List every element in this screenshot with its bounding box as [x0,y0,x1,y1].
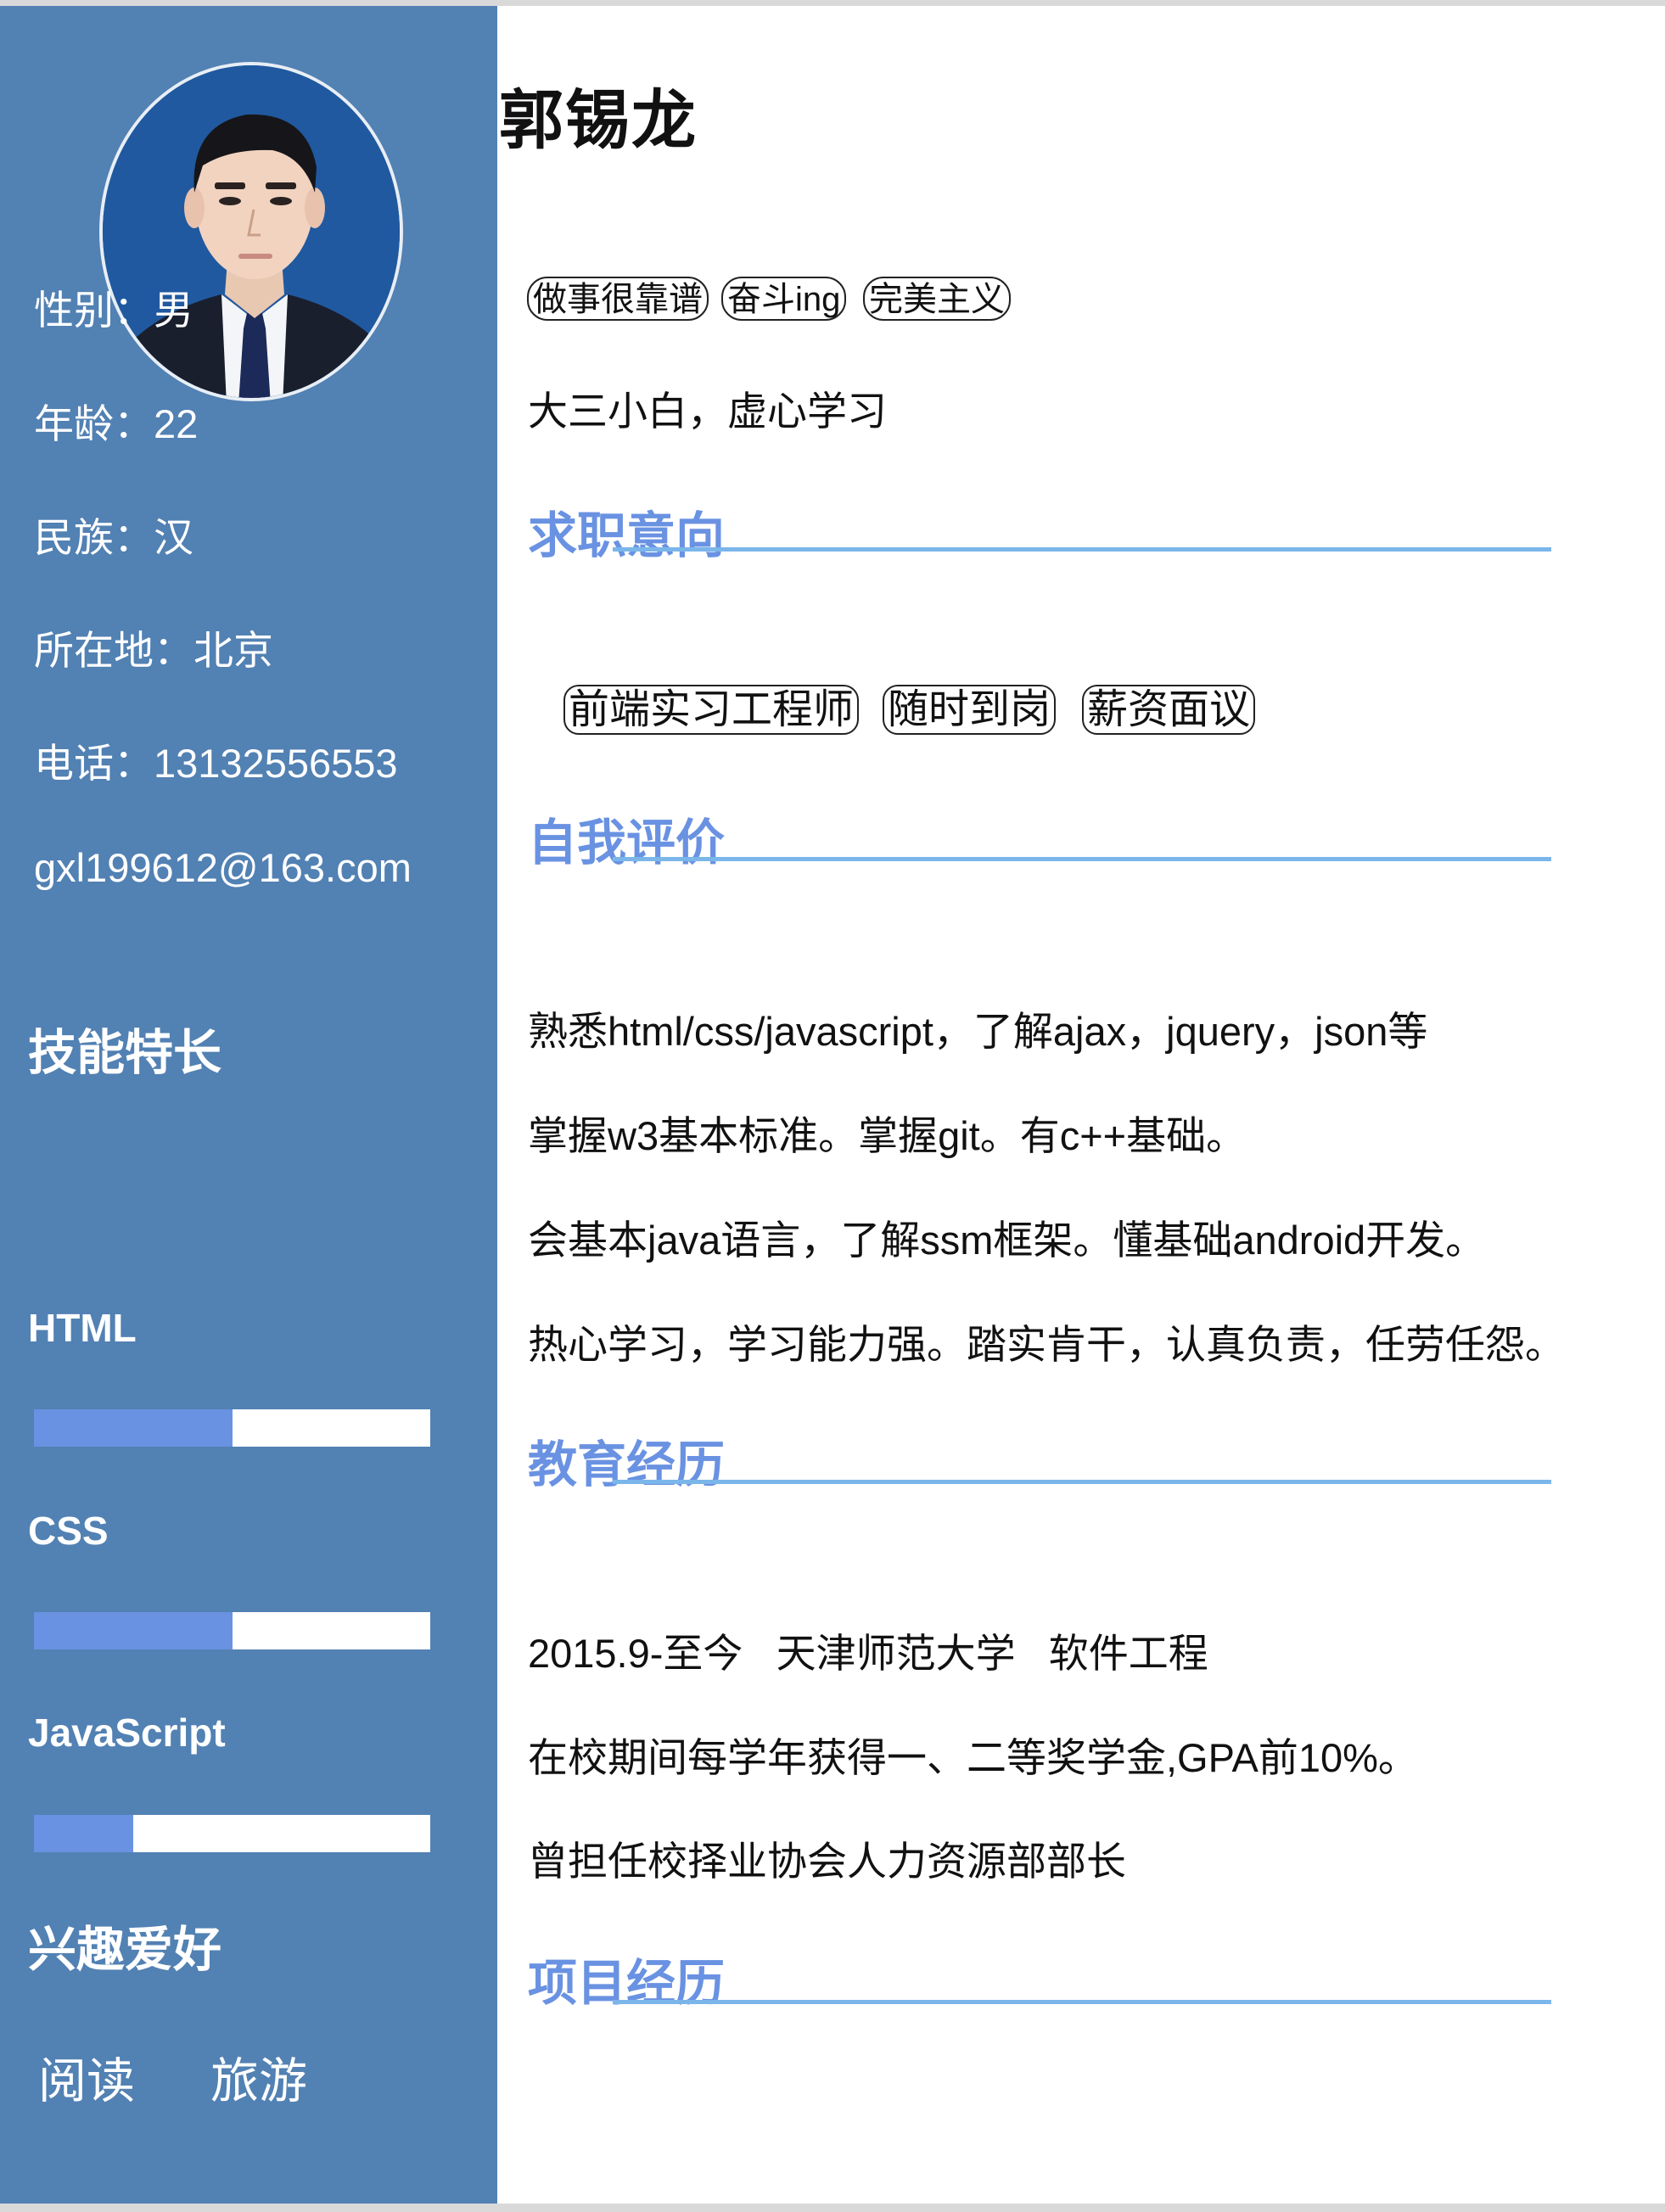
job-tag: 前端实习工程师 [563,685,860,735]
section-title-education: 教育经历 [528,1437,726,1492]
self-eval-line: 会基本java语言，了解ssm框架。懂基础android开发。 [528,1218,1486,1263]
email-text: gxl199612@163.com [34,845,412,890]
section-underline [613,547,1551,552]
education-line: 在校期间每学年获得一、二等奖学金,GPA前10%。 [528,1735,1418,1780]
self-eval-line: 熟悉html/css/javascript，了解ajax，jquery，json… [528,1009,1428,1054]
trait-tag: 奋斗ing [721,277,847,321]
hobby-travel: 旅游 [210,2054,307,2108]
skills-title: 技能特长 [28,1026,221,1080]
education-line: 曾担任校择业协会人力资源部部长 [528,1839,1126,1884]
skill-bar-html [34,1409,430,1447]
skill-name-javascript: JavaScript [28,1711,226,1755]
hobby-reading: 阅读 [38,2054,135,2108]
skill-bar-javascript [34,1815,430,1852]
trait-tag: 做事很靠谱 [527,277,709,321]
age-text: 年龄：22 [34,401,199,446]
skill-name-css: CSS [28,1509,109,1553]
avatar [99,62,403,401]
education-line: 2015.9-至今 天津师范大学 软件工程 [528,1631,1208,1676]
motto-text: 大三小白，虚心学习 [528,389,887,434]
skill-bar-css [34,1612,430,1649]
sidebar: 性别：男 年龄：22 民族：汉 所在地：北京 电话：13132556553 gx… [0,6,497,2204]
location-text: 所在地：北京 [34,628,273,673]
trait-tag: 完美主义 [863,277,1011,321]
self-eval-line: 热心学习，学习能力强。踏实肯干，认真负责，任劳任怨。 [528,1322,1565,1367]
self-eval-line: 掌握w3基本标准。掌握git。有c++基础。 [528,1113,1247,1158]
section-underline [613,2000,1551,2004]
gender-text: 性别：男 [34,288,193,333]
section-underline [613,857,1551,861]
job-tag: 薪资面议 [1082,685,1256,735]
hobbies-title: 兴趣爱好 [28,1923,221,1977]
page-top-border [0,0,1665,6]
page-bottom-border [0,2204,1665,2212]
section-title-job: 求职意向 [528,508,726,563]
section-underline [613,1480,1551,1484]
job-tag: 随时到岗 [883,685,1057,735]
skill-bar-fill [34,1612,233,1649]
skill-bar-fill [34,1815,133,1852]
section-title-self: 自我评价 [528,815,726,871]
phone-text: 电话：13132556553 [34,741,398,786]
profile-photo [103,65,400,398]
skill-bar-fill [34,1409,233,1447]
skill-name-html: HTML [28,1306,137,1350]
ethnicity-text: 民族：汉 [34,515,193,560]
page-title-name: 郭锡龙 [499,85,698,157]
